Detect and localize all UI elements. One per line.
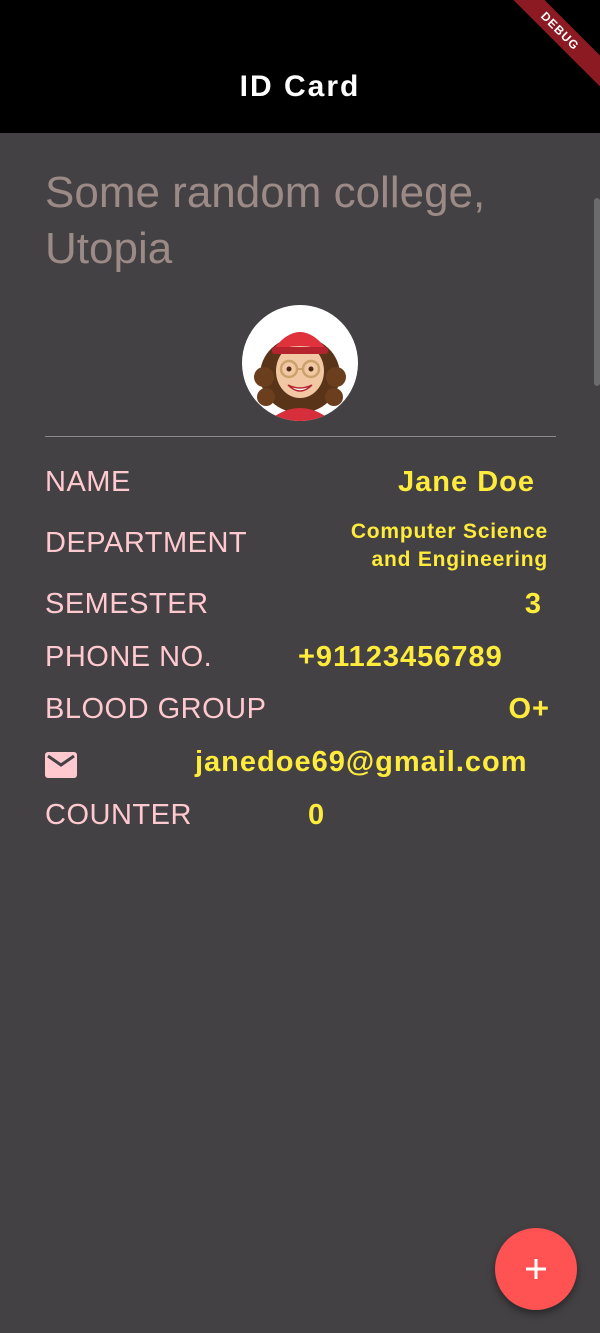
avatar-illustration bbox=[248, 311, 352, 421]
semester-value: 3 bbox=[524, 588, 542, 620]
name-label: NAME bbox=[45, 466, 131, 498]
counter-label: COUNTER bbox=[45, 799, 192, 831]
department-value-line1: Computer Science bbox=[350, 520, 548, 543]
avatar bbox=[242, 305, 358, 421]
email-value: janedoe69@gmail.com bbox=[195, 746, 528, 778]
phone-label: PHONE NO. bbox=[45, 641, 213, 673]
blood-group-value: O+ bbox=[508, 693, 550, 725]
phone-value: +91123456789 bbox=[298, 641, 503, 673]
mail-icon bbox=[45, 752, 77, 778]
department-value-line2: and Engineering bbox=[371, 548, 548, 571]
blood-group-label: BLOOD GROUP bbox=[45, 693, 267, 725]
app-bar: ID Card bbox=[0, 0, 600, 133]
app-bar-title: ID Card bbox=[239, 70, 361, 103]
college-name: Some random college, Utopia bbox=[45, 168, 486, 273]
increment-fab-button[interactable] bbox=[495, 1228, 577, 1310]
department-value: Computer Science and Engineering bbox=[351, 518, 548, 574]
department-label: DEPARTMENT bbox=[45, 527, 248, 559]
semester-label: SEMESTER bbox=[45, 588, 209, 620]
name-value: Jane Doe bbox=[398, 466, 535, 498]
divider bbox=[45, 436, 556, 437]
counter-value: 0 bbox=[308, 799, 326, 831]
plus-icon bbox=[526, 1259, 546, 1279]
screen: ID Card DEBUG Some random college, Utopi… bbox=[0, 0, 600, 1333]
scrollbar[interactable] bbox=[594, 198, 600, 386]
